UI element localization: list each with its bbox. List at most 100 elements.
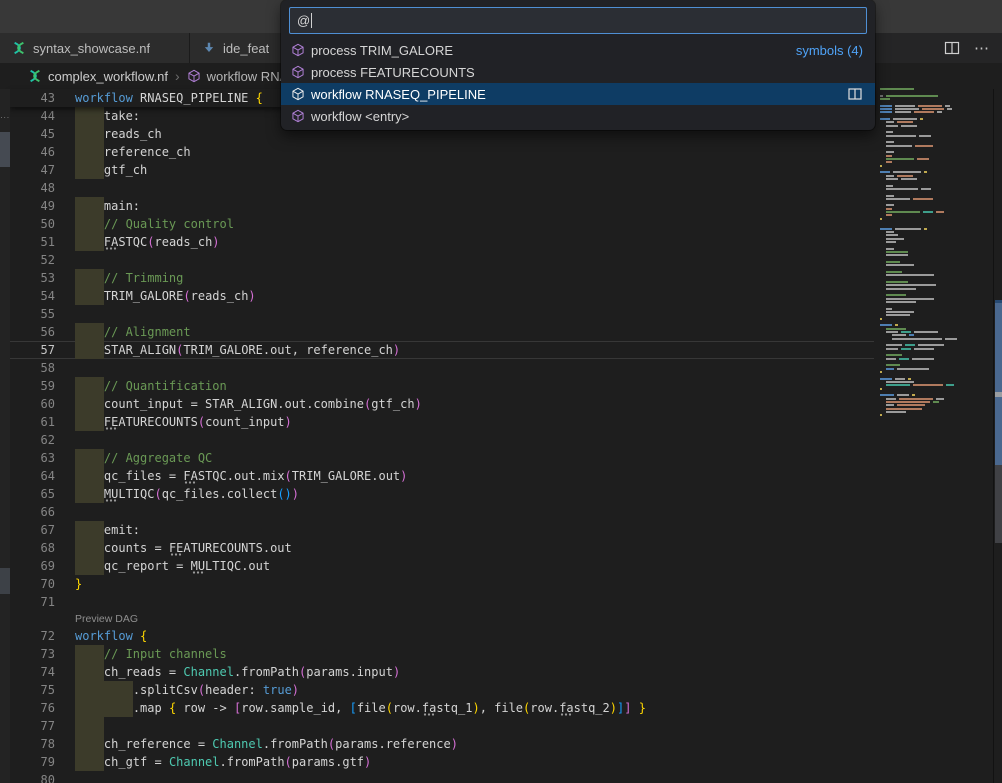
- code-line[interactable]: 56// Alignment: [10, 323, 874, 341]
- line-number: 54: [10, 287, 55, 305]
- line-number: 57: [10, 341, 55, 359]
- nextflow-icon: [28, 69, 42, 83]
- line-number: 52: [10, 251, 55, 269]
- code-line[interactable]: 48: [10, 179, 874, 197]
- item-label: process FEATURECOUNTS: [311, 65, 475, 80]
- symbol-cube-icon: [291, 43, 305, 57]
- breadcrumb-file[interactable]: complex_workflow.nf: [48, 69, 168, 84]
- line-number: 55: [10, 305, 55, 323]
- symbol-cube-icon: [187, 69, 201, 83]
- quick-pick-item-trim-galore[interactable]: process TRIM_GALORE symbols (4): [281, 39, 875, 61]
- vscode-window: syntax_showcase.nf ide_feat ⋯ complex_wo…: [0, 0, 1002, 783]
- split-editor-icon[interactable]: [944, 40, 960, 56]
- minimap[interactable]: [880, 88, 993, 428]
- symbols-count-badge: symbols (4): [796, 43, 863, 58]
- tab-label: ide_feat: [223, 41, 269, 56]
- more-actions-icon[interactable]: ⋯: [974, 39, 990, 57]
- code-line[interactable]: 58: [10, 359, 874, 377]
- item-label: workflow <entry>: [311, 109, 409, 124]
- quick-pick-overlay: @ process TRIM_GALORE symbols (4) proces…: [281, 0, 875, 130]
- indent-highlight: [75, 717, 104, 735]
- code-line[interactable]: 76.map { row -> [row.sample_id, [file(ro…: [10, 699, 874, 717]
- code-line[interactable]: 66: [10, 503, 874, 521]
- code-line[interactable]: 60count_input = STAR_ALIGN.out.combine(g…: [10, 395, 874, 413]
- code-line[interactable]: 51FASTQC(reads_ch): [10, 233, 874, 251]
- code-line[interactable]: 71: [10, 593, 874, 611]
- arrow-down-icon: [202, 41, 216, 55]
- line-number: 67: [10, 521, 55, 539]
- quick-pick-query: @: [297, 13, 310, 28]
- overview-ruler-cursor-mark: [995, 392, 1002, 397]
- code-line[interactable]: 52: [10, 251, 874, 269]
- line-number: 80: [10, 771, 55, 783]
- code-line[interactable]: 49main:: [10, 197, 874, 215]
- tab-syntax-showcase[interactable]: syntax_showcase.nf: [0, 33, 190, 63]
- line-number: 59: [10, 377, 55, 395]
- code-line[interactable]: 79ch_gtf = Channel.fromPath(params.gtf): [10, 753, 874, 771]
- item-label: workflow RNASEQ_PIPELINE: [311, 87, 486, 102]
- line-number: 47: [10, 161, 55, 179]
- code-line[interactable]: 80: [10, 771, 874, 783]
- code-line[interactable]: 46reference_ch: [10, 143, 874, 161]
- quick-pick-list: process TRIM_GALORE symbols (4) process …: [281, 39, 875, 127]
- code-line[interactable]: 50// Quality control: [10, 215, 874, 233]
- code-line[interactable]: 55: [10, 305, 874, 323]
- quick-pick-item-featurecounts[interactable]: process FEATURECOUNTS: [281, 61, 875, 83]
- line-number: 69: [10, 557, 55, 575]
- code-line[interactable]: 64qc_files = FASTQC.out.mix(TRIM_GALORE.…: [10, 467, 874, 485]
- line-number: 76: [10, 699, 55, 717]
- line-number: 66: [10, 503, 55, 521]
- item-label: process TRIM_GALORE: [311, 43, 453, 58]
- line-number: 78: [10, 735, 55, 753]
- code-line[interactable]: 54TRIM_GALORE(reads_ch): [10, 287, 874, 305]
- nextflow-icon: [12, 41, 26, 55]
- code-line[interactable]: 74ch_reads = Channel.fromPath(params.inp…: [10, 663, 874, 681]
- code-line[interactable]: 77: [10, 717, 874, 735]
- code-line[interactable]: 75.splitCsv(header: true): [10, 681, 874, 699]
- line-number: 45: [10, 125, 55, 143]
- code-line[interactable]: 70}: [10, 575, 874, 593]
- overflow-dots-icon[interactable]: ···: [0, 113, 10, 122]
- code-line[interactable]: 59// Quantification: [10, 377, 874, 395]
- open-to-side-icon[interactable]: [847, 86, 863, 102]
- editor-actions: ⋯: [944, 33, 990, 63]
- code-line[interactable]: 78ch_reference = Channel.fromPath(params…: [10, 735, 874, 753]
- code-line[interactable]: 53// Trimming: [10, 269, 874, 287]
- code-editor[interactable]: 43workflow RNASEQ_PIPELINE {44take:45rea…: [10, 89, 874, 783]
- line-number: 63: [10, 449, 55, 467]
- breadcrumb-separator: ›: [174, 68, 181, 84]
- line-number: 68: [10, 539, 55, 557]
- left-strip-thumb-secondary[interactable]: [0, 568, 10, 594]
- line-number: 44: [10, 107, 55, 125]
- code-line[interactable]: 72workflow {: [10, 627, 874, 645]
- line-number: 73: [10, 645, 55, 663]
- line-number: 64: [10, 467, 55, 485]
- line-number: 70: [10, 575, 55, 593]
- code-line[interactable]: 69qc_report = MULTIQC.out: [10, 557, 874, 575]
- code-line[interactable]: 67emit:: [10, 521, 874, 539]
- line-number: 58: [10, 359, 55, 377]
- quick-pick-item-workflow-entry[interactable]: workflow <entry>: [281, 105, 875, 127]
- quick-pick-input[interactable]: @: [289, 7, 867, 34]
- line-number: 61: [10, 413, 55, 431]
- scrollbar-thumb[interactable]: [995, 465, 1002, 543]
- code-line[interactable]: 63// Aggregate QC: [10, 449, 874, 467]
- left-strip-thumb[interactable]: [0, 132, 10, 167]
- tab-label: syntax_showcase.nf: [33, 41, 150, 56]
- scrollbar[interactable]: [993, 89, 1002, 783]
- line-number: 71: [10, 593, 55, 611]
- line-number: 72: [10, 627, 55, 645]
- symbol-cube-icon: [291, 65, 305, 79]
- symbol-cube-icon: [291, 109, 305, 123]
- code-line[interactable]: 57STAR_ALIGN(TRIM_GALORE.out, reference_…: [10, 341, 874, 359]
- code-line[interactable]: 73// Input channels: [10, 645, 874, 663]
- code-line[interactable]: 65MULTIQC(qc_files.collect()): [10, 485, 874, 503]
- code-line[interactable]: 61FEATURECOUNTS(count_input): [10, 413, 874, 431]
- line-number: 51: [10, 233, 55, 251]
- line-number: 65: [10, 485, 55, 503]
- code-line[interactable]: 68counts = FEATURECOUNTS.out: [10, 539, 874, 557]
- quick-pick-item-rnaseq-pipeline[interactable]: workflow RNASEQ_PIPELINE: [281, 83, 875, 105]
- code-line[interactable]: 62: [10, 431, 874, 449]
- code-line[interactable]: 47gtf_ch: [10, 161, 874, 179]
- codelens-preview-dag[interactable]: Preview DAG: [75, 611, 138, 627]
